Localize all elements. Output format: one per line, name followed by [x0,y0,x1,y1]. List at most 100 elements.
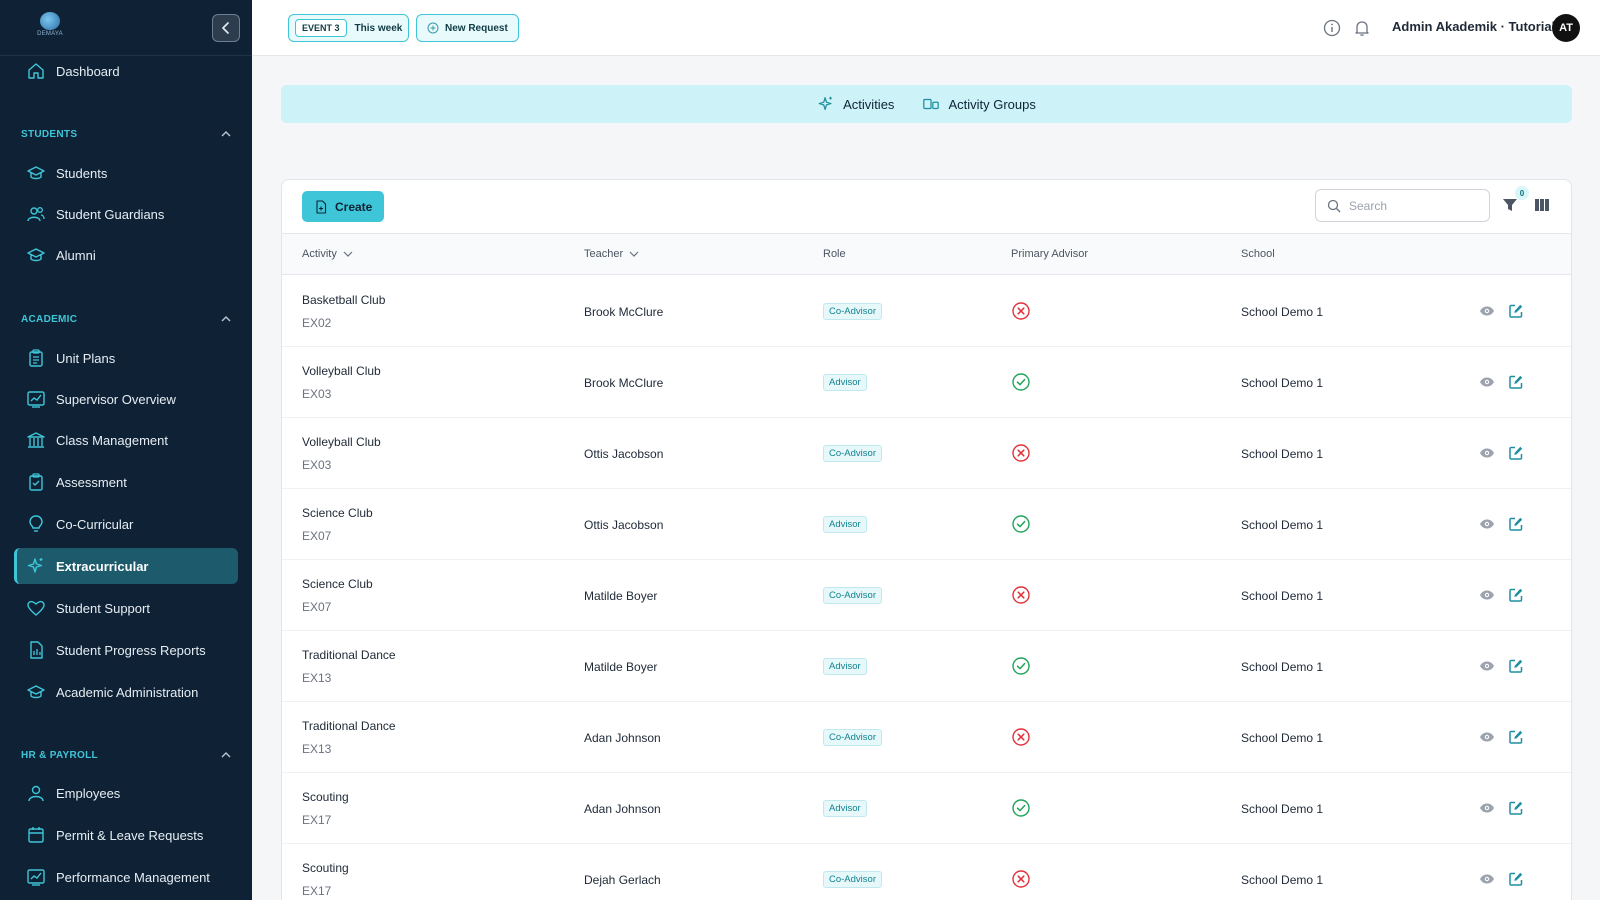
activity-name: Science Club [302,506,373,520]
edit-button[interactable] [1508,516,1524,532]
view-button[interactable] [1479,729,1495,745]
chevron-up-icon [221,131,231,137]
sidebar-item-employees[interactable]: Employees [14,775,238,811]
section-title: HR & PAYROLL [21,749,98,761]
sidebar-item-label: Students [56,165,108,181]
role-badge: Co-Advisor [823,587,882,604]
filter-icon [1503,199,1517,211]
teacher-name: Ottis Jacobson [584,518,664,532]
columns-button[interactable] [1533,196,1551,214]
edit-button[interactable] [1508,374,1524,390]
school-name: School Demo 1 [1241,802,1324,816]
table-row[interactable]: Basketball Club EX02 Brook McClure Co-Advis… [282,276,1571,347]
activity-code: EX03 [302,387,332,401]
sidebar-item-class-management[interactable]: Class Management [14,422,238,458]
edit-button[interactable] [1508,303,1524,319]
event-selector[interactable]: EVENT 3 This week [288,14,410,42]
section-academic[interactable]: ACADEMIC [21,309,231,329]
sidebar-item-permit-leave-requests[interactable]: Permit & Leave Requests [14,817,238,853]
file-plus-icon [316,199,327,214]
filter-button[interactable] [1501,196,1519,214]
sidebar-item-label: Student Progress Reports [56,642,206,658]
sidebar-item-co-curricular[interactable]: Co-Curricular [14,506,238,542]
x-circle-icon [1011,727,1031,747]
role-badge: Advisor [823,658,867,675]
edit-button[interactable] [1508,871,1524,887]
logo-text: DEMAYA [37,31,63,37]
sidebar-item-student-progress-reports[interactable]: Student Progress Reports [14,632,238,668]
view-button[interactable] [1479,516,1495,532]
edit-icon [1508,659,1524,678]
column-header-teacher[interactable]: Teacher [584,248,639,260]
table-row[interactable]: Volleyball Club EX03 Ottis Jacobson Co-Advi… [282,418,1571,489]
teacher-name: Brook McClure [584,305,664,319]
edit-icon [1508,872,1524,891]
edit-button[interactable] [1508,658,1524,674]
edit-button[interactable] [1508,729,1524,745]
table-row[interactable]: Traditional Dance EX13 Matilde Boyer Adviso… [282,631,1571,702]
activity-name: Traditional Dance [302,648,396,662]
chart-icon [26,389,46,409]
avatar[interactable]: AT [1552,14,1580,42]
info-button[interactable] [1322,18,1342,38]
view-button[interactable] [1479,374,1495,390]
tabs-bar: Activities Activity Groups [281,85,1572,123]
eye-icon [1479,377,1495,394]
sidebar-item-performance-management[interactable]: Performance Management [14,859,238,895]
sidebar-item-label: Co-Curricular [56,516,134,532]
table-row[interactable]: Science Club EX07 Matilde Boyer Co-Advisor S… [282,560,1571,631]
tab-label: Activities [843,96,895,112]
eye-icon [1479,732,1495,749]
sidebar-item-student-guardians[interactable]: Student Guardians [14,196,238,232]
heart-icon [26,598,46,618]
sidebar-item-extracurricular[interactable]: Extracurricular [14,548,238,584]
role-badge: Advisor [823,374,867,391]
table-row[interactable]: Traditional Dance EX13 Adan Johnson Co-Advi… [282,702,1571,773]
sidebar-item-assessment[interactable]: Assessment [14,464,238,500]
eye-icon [1479,590,1495,607]
sidebar-item-label: Permit & Leave Requests [56,827,204,843]
edit-icon [1508,375,1524,394]
activity-code: EX03 [302,458,332,472]
sidebar-item-dashboard[interactable]: Dashboard [14,53,238,89]
edit-button[interactable] [1508,800,1524,816]
notifications-button[interactable] [1352,18,1372,38]
sidebar-item-label: Unit Plans [56,350,116,366]
edit-button[interactable] [1508,587,1524,603]
view-button[interactable] [1479,658,1495,674]
sidebar-item-academic-administration[interactable]: Academic Administration [14,674,238,710]
table-row[interactable]: Scouting EX17 Adan Johnson Advisor School De… [282,773,1571,844]
teacher-name: Matilde Boyer [584,589,658,603]
tab-activity-groups[interactable]: Activity Groups [922,95,1036,113]
view-button[interactable] [1479,303,1495,319]
sidebar-item-supervisor-overview[interactable]: Supervisor Overview [14,381,238,417]
activity-name: Science Club [302,577,373,591]
section-students[interactable]: STUDENTS [21,124,231,144]
view-button[interactable] [1479,871,1495,887]
user-name[interactable]: Admin Akademik · Tutorial [1392,19,1555,34]
groups-icon [923,98,940,110]
new-request-button[interactable]: New Request [416,14,519,42]
table-row[interactable]: Volleyball Club EX03 Brook McClure Advisor S… [282,347,1571,418]
sidebar-item-unit-plans[interactable]: Unit Plans [14,340,238,376]
tab-activities[interactable]: Activities [817,95,894,113]
view-button[interactable] [1479,800,1495,816]
table-row[interactable]: Science Club EX07 Ottis Jacobson Advisor Sch… [282,489,1571,560]
activity-code: EX13 [302,742,332,756]
sidebar-item-alumni[interactable]: Alumni [14,237,238,273]
column-label: Role [823,248,846,260]
sidebar-collapse-button[interactable] [212,14,240,42]
column-header-activity[interactable]: Activity [302,248,353,260]
sidebar-item-label: Student Support [56,600,150,616]
view-button[interactable] [1479,445,1495,461]
sidebar-item-students[interactable]: Students [14,155,238,191]
sidebar-item-student-support[interactable]: Student Support [14,590,238,626]
section-hr-payroll[interactable]: HR & PAYROLL [21,745,231,765]
event-period: This week [354,22,403,34]
view-button[interactable] [1479,587,1495,603]
edit-button[interactable] [1508,445,1524,461]
create-button[interactable]: Create [302,191,385,222]
search-input[interactable] [1349,198,1469,213]
home-icon [26,61,46,81]
table-row[interactable]: Scouting EX17 Dejah Gerlach Co-Advisor Schoo… [282,844,1571,900]
